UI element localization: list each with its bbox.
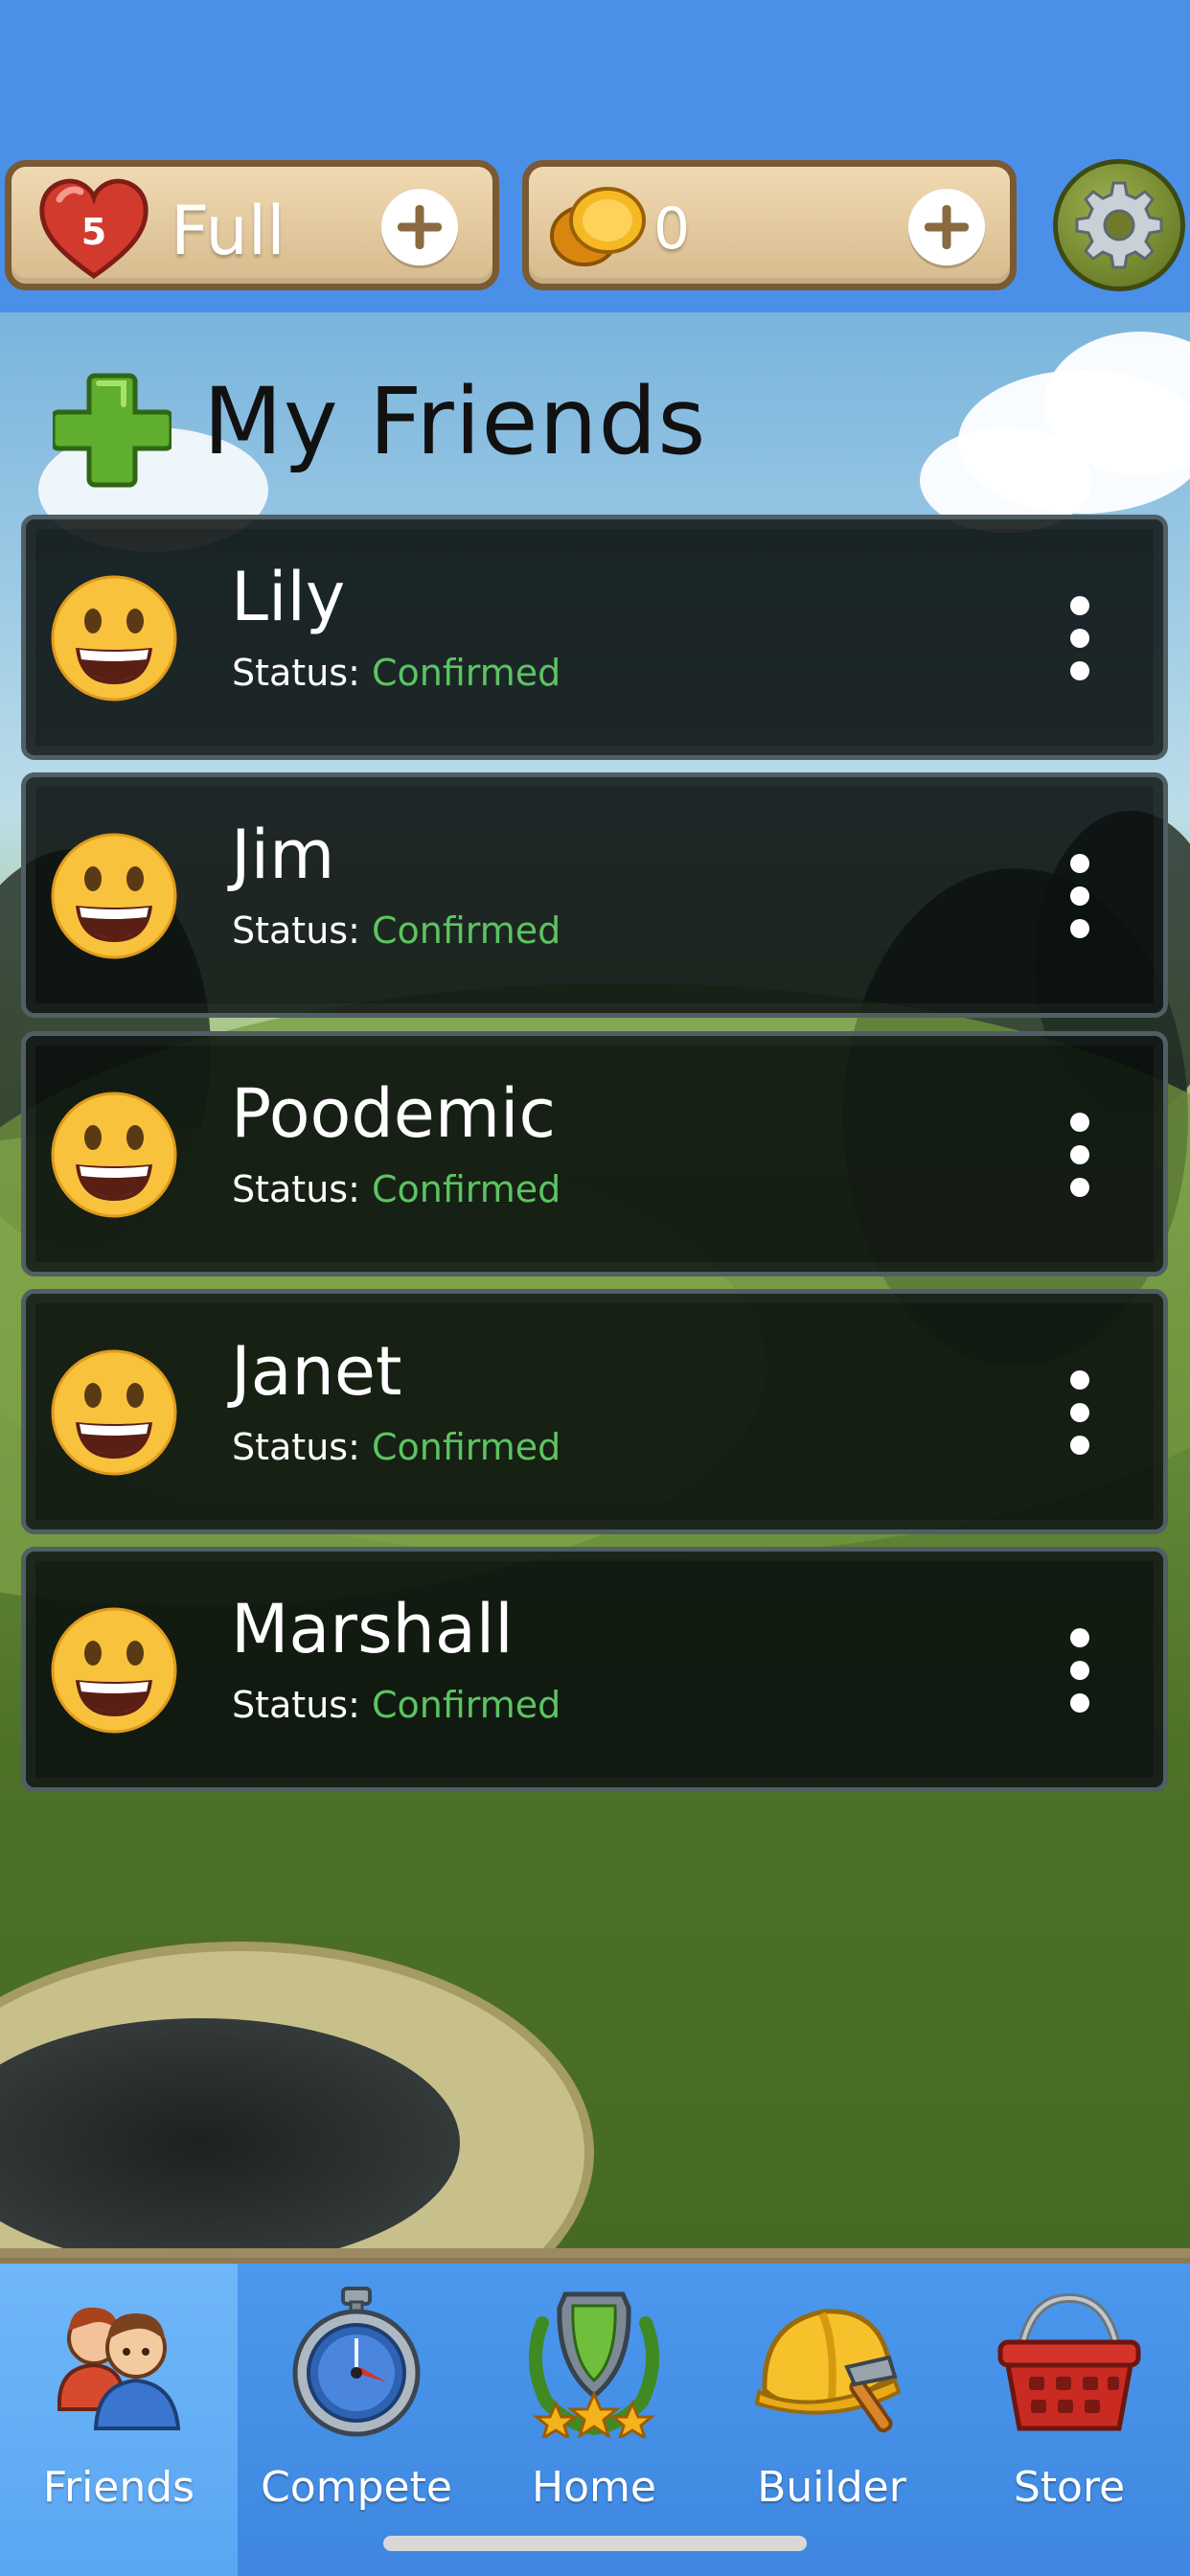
add-coins-button[interactable]	[908, 189, 985, 265]
smiley-avatar-icon	[51, 1092, 177, 1218]
nav-label: Home	[532, 2463, 656, 2512]
more-options-icon[interactable]	[1061, 1370, 1099, 1455]
status-value: Confirmed	[371, 1168, 561, 1210]
more-options-icon[interactable]	[1061, 854, 1099, 938]
status-label: Status:	[232, 1168, 360, 1210]
green-plus-icon[interactable]	[53, 370, 172, 489]
friend-name: Jim	[231, 816, 335, 894]
friend-card[interactable]: Lily Status: Confirmed	[21, 515, 1168, 760]
top-bar: 5 Full 0	[0, 0, 1190, 312]
status-value: Confirmed	[371, 909, 561, 952]
friend-status: Status: Confirmed	[232, 909, 561, 952]
friend-name: Janet	[231, 1332, 402, 1411]
basket-icon	[997, 2292, 1141, 2431]
smiley-avatar-icon	[51, 833, 177, 959]
bottom-nav: Friends Compete Home Builder Store	[0, 2258, 1190, 2576]
coins-panel[interactable]: 0	[522, 160, 1017, 290]
more-options-icon[interactable]	[1061, 1628, 1099, 1713]
nav-label: Store	[1013, 2463, 1126, 2512]
add-lives-button[interactable]	[381, 189, 458, 265]
coin-count: 0	[653, 196, 691, 263]
friend-status: Status: Confirmed	[232, 1426, 561, 1468]
lives-count: 5	[80, 211, 107, 253]
friends-icon	[57, 2307, 181, 2430]
status-label: Status:	[232, 652, 360, 694]
nav-builder[interactable]: Builder	[713, 2264, 950, 2576]
hardhat-hammer-icon	[755, 2309, 902, 2433]
status-value: Confirmed	[371, 1426, 561, 1468]
status-value: Confirmed	[371, 1684, 561, 1726]
status-label: Status:	[232, 1426, 360, 1468]
nav-store[interactable]: Store	[950, 2264, 1188, 2576]
friend-name: Poodemic	[231, 1074, 556, 1153]
stopwatch-icon	[292, 2287, 421, 2437]
status-label: Status:	[232, 1684, 360, 1726]
more-options-icon[interactable]	[1061, 596, 1099, 680]
coin-icon	[550, 187, 646, 266]
status-label: Status:	[232, 909, 360, 952]
home-indicator[interactable]	[383, 2536, 807, 2551]
friend-name: Lily	[231, 558, 346, 636]
friend-status: Status: Confirmed	[232, 652, 561, 694]
nav-label: Builder	[757, 2463, 906, 2512]
friend-status: Status: Confirmed	[232, 1684, 561, 1726]
gear-icon	[1075, 181, 1163, 269]
nav-label: Friends	[42, 2463, 195, 2512]
friend-status: Status: Confirmed	[232, 1168, 561, 1210]
shield-laurel-icon	[528, 2291, 660, 2438]
friend-card[interactable]: Jim Status: Confirmed	[21, 772, 1168, 1018]
status-value: Confirmed	[371, 652, 561, 694]
nav-home[interactable]: Home	[475, 2264, 713, 2576]
smiley-avatar-icon	[51, 575, 177, 702]
nav-label: Compete	[261, 2463, 452, 2512]
more-options-icon[interactable]	[1061, 1113, 1099, 1197]
settings-button[interactable]	[1053, 159, 1185, 291]
friend-name: Marshall	[231, 1590, 514, 1668]
nav-friends[interactable]: Friends	[0, 2264, 238, 2576]
page-title: My Friends	[203, 368, 707, 475]
smiley-avatar-icon	[51, 1349, 177, 1476]
lives-panel[interactable]: 5 Full	[5, 160, 499, 290]
nav-compete[interactable]: Compete	[238, 2264, 475, 2576]
smiley-avatar-icon	[51, 1607, 177, 1734]
lives-status: Full	[171, 192, 286, 270]
friend-card[interactable]: Poodemic Status: Confirmed	[21, 1031, 1168, 1276]
friend-card[interactable]: Marshall Status: Confirmed	[21, 1547, 1168, 1792]
friend-card[interactable]: Janet Status: Confirmed	[21, 1289, 1168, 1534]
